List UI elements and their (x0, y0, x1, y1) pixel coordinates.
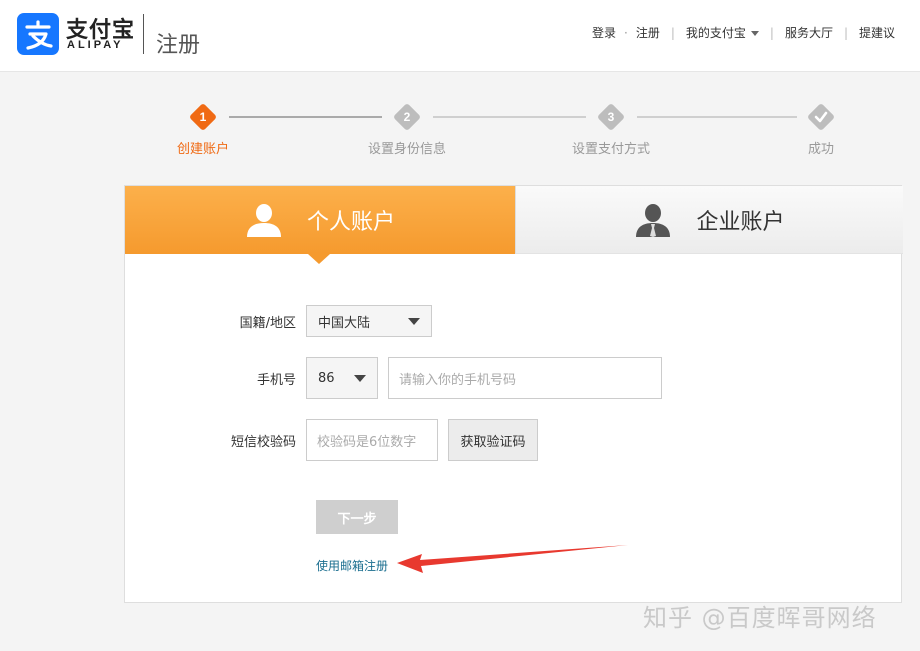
annotation-arrow (397, 545, 628, 573)
watermark-text: 知乎 @百度晖哥网络 (643, 604, 877, 632)
